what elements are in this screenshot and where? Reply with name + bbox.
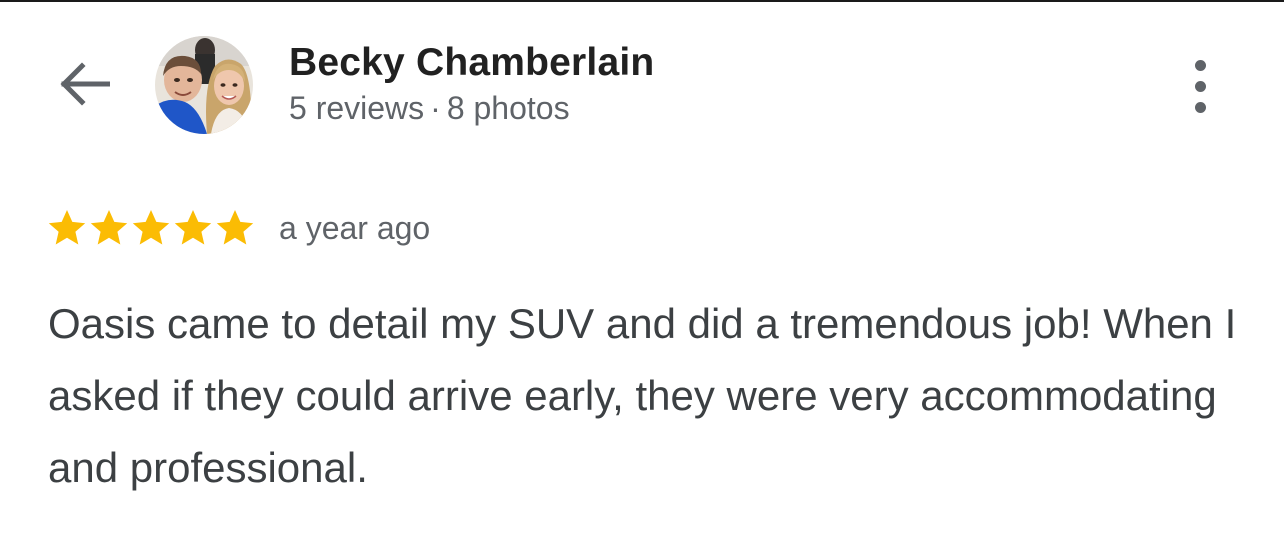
star-filled-icon [131, 208, 171, 248]
photos-count: 8 photos [446, 90, 570, 126]
reviews-count: 5 reviews [289, 90, 425, 126]
review-text: Oasis came to detail my SUV and did a tr… [48, 300, 1237, 491]
star-filled-icon [215, 208, 255, 248]
star-filled-icon [47, 208, 87, 248]
meta-separator: · [430, 90, 441, 126]
avatar-photo [155, 36, 253, 134]
back-button[interactable] [52, 58, 116, 114]
review-date: a year ago [279, 209, 431, 246]
author-info: Becky Chamberlain 5 reviews · 8 photos [289, 40, 654, 128]
star-filled-icon [173, 208, 213, 248]
author-meta: 5 reviews · 8 photos [289, 88, 654, 128]
star-filled-icon [89, 208, 129, 248]
author-name[interactable]: Becky Chamberlain [289, 40, 654, 86]
rating-row: a year ago [47, 206, 430, 250]
more-options-button[interactable] [1176, 54, 1224, 118]
avatar[interactable] [155, 36, 253, 134]
star-rating [47, 208, 255, 248]
arrow-left-icon [58, 61, 111, 111]
